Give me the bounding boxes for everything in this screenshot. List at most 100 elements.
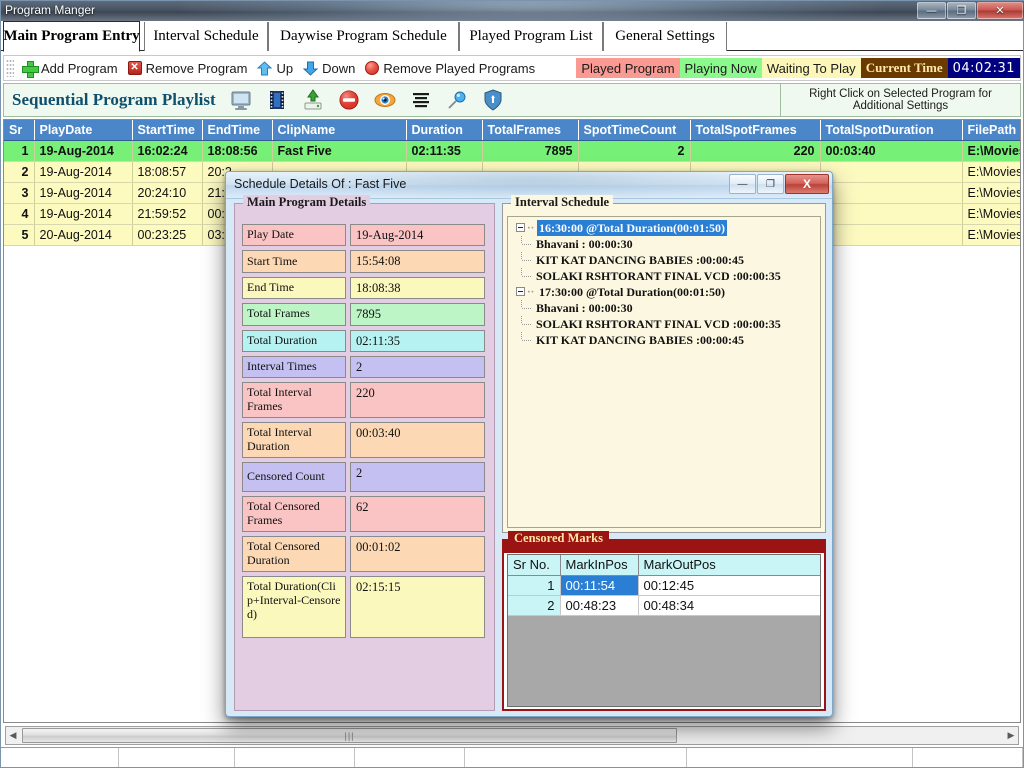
remove-played-programs-button[interactable]: Remove Played Programs bbox=[360, 57, 540, 79]
table-header-row: Sr PlayDate StartTime EndTime ClipName D… bbox=[4, 120, 1021, 141]
tree-child-item[interactable]: Bhavani : 00:00:30 bbox=[510, 300, 818, 316]
col-clipname[interactable]: ClipName bbox=[272, 120, 406, 141]
dialog-minimize-button[interactable]: — bbox=[729, 174, 756, 194]
dialog-body: Main Program Details Play Date 19-Aug-20… bbox=[231, 203, 829, 713]
censored-marks-table: Sr No. MarkInPos MarkOutPos 1 00:11:54 0… bbox=[508, 555, 821, 616]
tree-child-item[interactable]: KIT KAT DANCING BABIES :00:00:45 bbox=[510, 252, 818, 268]
scroll-left-icon[interactable]: ◀ bbox=[6, 727, 20, 744]
tree-child-item[interactable]: KIT KAT DANCING BABIES :00:00:45 bbox=[510, 332, 818, 348]
censored-marks-legend: Censored Marks bbox=[508, 531, 609, 546]
scroll-right-icon[interactable]: ▶ bbox=[1004, 727, 1018, 744]
tab-daywise-program-schedule[interactable]: Daywise Program Schedule bbox=[268, 22, 459, 51]
tree-node-group[interactable]: ·· 16:30:00 @Total Duration(00:01:50) bbox=[510, 220, 818, 236]
eye-icon[interactable] bbox=[374, 89, 396, 111]
col-totalspotframes[interactable]: TotalSpotFrames bbox=[690, 120, 820, 141]
tree-child-label: SOLAKI RSHTORANT FINAL VCD :00:00:35 bbox=[536, 316, 781, 332]
os-minimize-button[interactable]: — bbox=[917, 2, 946, 19]
tab-played-program-list[interactable]: Played Program List bbox=[459, 22, 603, 51]
status-bar bbox=[1, 747, 1023, 767]
tab-interval-schedule[interactable]: Interval Schedule bbox=[144, 22, 268, 51]
col-playdate[interactable]: PlayDate bbox=[34, 120, 132, 141]
dialog-title: Schedule Details Of : Fast Five bbox=[234, 177, 406, 191]
detail-row-total-frames: Total Frames 7895 bbox=[242, 303, 487, 325]
close-x-icon: ✕ bbox=[128, 61, 142, 75]
film-strip-icon[interactable] bbox=[266, 89, 288, 111]
plus-icon bbox=[22, 61, 37, 76]
dialog-restore-button[interactable]: ❐ bbox=[757, 174, 784, 194]
detail-row-end-time: End Time 18:08:38 bbox=[242, 277, 487, 299]
cell-sr-no: 1 bbox=[508, 575, 560, 595]
playlist-title: Sequential Program Playlist bbox=[4, 90, 224, 110]
col-markoutpos[interactable]: MarkOutPos bbox=[638, 555, 820, 575]
tree-child-item[interactable]: SOLAKI RSHTORANT FINAL VCD :00:00:35 bbox=[510, 268, 818, 284]
detail-label: Total Interval Frames bbox=[242, 382, 346, 418]
toolbar-grip[interactable] bbox=[6, 59, 14, 77]
cell-duration: 02:11:35 bbox=[406, 141, 482, 162]
shield-icon[interactable] bbox=[482, 89, 504, 111]
status-legend: Played Program Playing Now Waiting To Pl… bbox=[576, 58, 1020, 78]
censored-row[interactable]: 2 00:48:23 00:48:34 bbox=[508, 595, 820, 615]
censored-marks-group: Censored Marks Sr No. MarkInPos MarkOutP… bbox=[502, 539, 826, 711]
horizontal-scrollbar[interactable]: ◀ ||| ▶ bbox=[5, 726, 1019, 745]
censored-row[interactable]: 1 00:11:54 00:12:45 bbox=[508, 575, 820, 595]
col-endtime[interactable]: EndTime bbox=[202, 120, 272, 141]
dialog-close-button[interactable]: X bbox=[785, 174, 829, 194]
interval-schedule-tree[interactable]: ·· 16:30:00 @Total Duration(00:01:50) Bh… bbox=[507, 216, 821, 528]
detail-label: Total Duration bbox=[242, 330, 346, 352]
tab-general-settings[interactable]: General Settings bbox=[603, 22, 727, 51]
table-row[interactable]: 1 19-Aug-2014 16:02:24 18:08:56 Fast Fiv… bbox=[4, 141, 1021, 162]
tab-label: General Settings bbox=[615, 28, 715, 45]
tree-node-group[interactable]: ·· 17:30:00 @Total Duration(00:01:50) bbox=[510, 284, 818, 300]
detail-value: 220 bbox=[350, 382, 485, 418]
col-totalframes[interactable]: TotalFrames bbox=[482, 120, 578, 141]
cell-starttime: 20:24:10 bbox=[132, 183, 202, 204]
align-icon[interactable] bbox=[410, 89, 432, 111]
cell-totalframes: 7895 bbox=[482, 141, 578, 162]
tab-label: Played Program List bbox=[469, 28, 592, 45]
censored-marks-grid[interactable]: Sr No. MarkInPos MarkOutPos 1 00:11:54 0… bbox=[507, 554, 821, 707]
collapse-icon[interactable] bbox=[516, 223, 525, 232]
col-markinpos[interactable]: MarkInPos bbox=[560, 555, 638, 575]
scrollbar-track[interactable]: ||| bbox=[20, 727, 1004, 744]
no-entry-icon[interactable] bbox=[338, 89, 360, 111]
col-totalspotduration[interactable]: TotalSpotDuration bbox=[820, 120, 962, 141]
col-starttime[interactable]: StartTime bbox=[132, 120, 202, 141]
scrollbar-thumb[interactable]: ||| bbox=[22, 728, 677, 743]
move-down-button[interactable]: Down bbox=[298, 57, 360, 79]
main-program-details-table: Play Date 19-Aug-2014 Start Time 15:54:0… bbox=[242, 224, 487, 642]
os-close-button[interactable]: ✕ bbox=[977, 2, 1023, 19]
col-filepath[interactable]: FilePath bbox=[962, 120, 1021, 141]
interval-schedule-group: Interval Schedule ·· 16:30:00 @Total Dur… bbox=[502, 203, 826, 533]
playlist-hint-text: Right Click on Selected Program for Addi… bbox=[780, 84, 1020, 116]
monitor-icon[interactable] bbox=[230, 89, 252, 111]
minimize-icon: — bbox=[738, 179, 748, 190]
download-icon[interactable] bbox=[302, 89, 324, 111]
detail-row-censored-count: Censored Count 2 bbox=[242, 462, 487, 492]
cell-sr: 1 bbox=[4, 141, 34, 162]
tree-child-item[interactable]: Bhavani : 00:00:30 bbox=[510, 236, 818, 252]
col-duration[interactable]: Duration bbox=[406, 120, 482, 141]
add-program-button[interactable]: Add Program bbox=[17, 57, 123, 79]
main-program-details-legend: Main Program Details bbox=[243, 195, 370, 210]
cell-endtime: 18:08:56 bbox=[202, 141, 272, 162]
main-program-details-group: Main Program Details Play Date 19-Aug-20… bbox=[234, 203, 495, 711]
move-up-button[interactable]: Up bbox=[252, 57, 298, 79]
detail-value: 00:01:02 bbox=[350, 536, 485, 572]
schedule-details-dialog: Schedule Details Of : Fast Five — ❐ X Ma… bbox=[225, 171, 833, 717]
interval-schedule-legend: Interval Schedule bbox=[511, 195, 613, 210]
tree-child-item[interactable]: SOLAKI RSHTORANT FINAL VCD :00:00:35 bbox=[510, 316, 818, 332]
status-cell-3 bbox=[235, 748, 355, 767]
col-sr[interactable]: Sr bbox=[4, 120, 34, 141]
detail-value: 02:15:15 bbox=[350, 576, 485, 638]
cell-markoutpos: 00:48:34 bbox=[638, 595, 820, 615]
collapse-icon[interactable] bbox=[516, 287, 525, 296]
col-sr-no[interactable]: Sr No. bbox=[508, 555, 560, 575]
remove-program-button[interactable]: ✕ Remove Program bbox=[123, 57, 253, 79]
cell-markinpos: 00:11:54 bbox=[560, 575, 638, 595]
tab-main-program-entry[interactable]: Main Program Entry bbox=[3, 21, 140, 52]
close-icon: X bbox=[803, 177, 811, 191]
os-restore-button[interactable]: ❐ bbox=[947, 2, 976, 19]
col-spottimecount[interactable]: SpotTimeCount bbox=[578, 120, 690, 141]
pin-icon[interactable] bbox=[446, 89, 468, 111]
cell-sr: 3 bbox=[4, 183, 34, 204]
